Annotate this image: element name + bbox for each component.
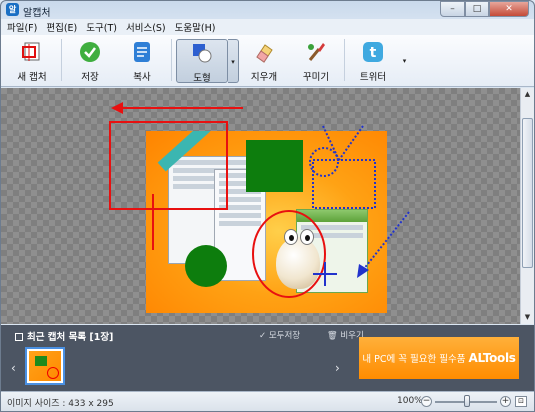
eraser-icon [256,44,273,63]
shape-dropdown-arrow[interactable]: ▾ [228,39,239,83]
twitter-icon: t [363,42,383,62]
eraser-label: 지우개 [250,72,278,83]
decorate-label: 꾸미기 [302,72,330,83]
menu-file[interactable]: 파일(F) [7,20,37,34]
blue-dotted-rectangle [312,159,376,209]
green-circle-shape [185,245,227,287]
recent-prev-button[interactable]: ‹ [11,361,16,375]
new-capture-icon [22,42,40,61]
red-rectangle-annotation [109,121,228,210]
close-button[interactable]: ✕ [489,1,529,17]
twitter-dropdown-arrow[interactable]: ▾ [399,39,410,83]
recent-list-icon [15,333,23,341]
altools-ad-banner[interactable]: 내 PC에 꼭 필요한 필수품 ALTools [359,337,519,379]
copy-icon [134,42,150,62]
window-title: 알캡처 [23,8,51,19]
save-all-button[interactable]: ✓ 모두저장 [259,331,312,341]
toolbar-divider [344,39,345,81]
scroll-up-button[interactable]: ▲ [521,88,534,101]
toolbar-divider [171,39,172,81]
menu-help[interactable]: 도움말(H) [175,20,216,34]
app-logo-icon: 알 [6,3,19,16]
menu-service[interactable]: 서비스(S) [126,20,166,34]
decorate-button[interactable]: 꾸미기 [291,39,341,83]
save-all-label: 모두저장 [268,331,301,341]
ad-brand: ALTools [468,351,516,365]
toolbar: 새 캡처 저장 복사 도형 ▾ 지우개 꾸미기 t 트위터 ▾ [1,35,534,87]
toolbar-divider [61,39,62,81]
recent-next-button[interactable]: › [335,361,340,375]
menu-edit[interactable]: 편집(E) [46,20,77,34]
title-bar: 알 알캡처 – □ ✕ [1,1,534,19]
copy-label: 복사 [133,72,151,83]
recent-capture-thumbnail[interactable] [25,347,65,385]
menu-tools[interactable]: 도구(T) [86,20,117,34]
recent-captures-label: 최근 캡처 목록 [1장] [27,332,114,343]
save-check-icon [80,42,100,62]
shape-icon [193,44,212,63]
menu-bar: 파일(F) 편집(E) 도구(T) 서비스(S) 도움말(H) [1,19,534,35]
new-capture-button[interactable]: 새 캡처 [7,39,57,83]
zoom-level: 100% [397,396,423,406]
scroll-down-button[interactable]: ▼ [521,311,534,324]
zoom-in-button[interactable]: + [500,396,511,407]
recent-captures-title: 최근 캡처 목록 [1장] [15,329,113,343]
annotation-layer [109,102,410,298]
zoom-slider-thumb[interactable] [464,395,470,407]
save-label: 저장 [81,72,99,83]
shape-button[interactable]: 도형 [176,39,228,84]
new-capture-label: 새 캡처 [17,72,47,83]
ad-text: 내 PC에 꼭 필요한 필수품 [362,354,466,365]
fit-to-window-icon[interactable]: ⊡ [515,396,527,407]
blue-dotted-circle [309,147,339,177]
twitter-label: 트위터 [359,72,387,83]
scroll-thumb[interactable] [522,118,533,268]
zoom-out-button[interactable]: − [421,396,432,407]
window-controls: – □ ✕ [440,1,529,17]
blue-dotted-arrow [362,211,410,271]
blue-dotted-line [338,125,364,161]
status-bar: 이미지 사이즈 : 433 x 295 100% − + ⊡ [1,391,534,411]
save-button[interactable]: 저장 [65,39,115,83]
vertical-scrollbar[interactable]: ▲ ▼ [520,88,534,324]
paint-brush-icon [308,43,325,61]
thumbnail-image [29,351,61,381]
capture-canvas[interactable] [1,88,520,324]
arrowhead-icon [111,102,123,114]
image-size-text: 이미지 사이즈 : 433 x 295 [7,399,114,409]
red-ellipse-annotation [252,210,326,298]
shape-label: 도형 [193,73,211,84]
recent-captures-panel: 최근 캡처 목록 [1장] ✓ 모두저장 🗑 비우기 ‹ › 내 PC에 꼭 필… [1,325,534,391]
twitter-button[interactable]: t 트위터 [348,39,398,83]
copy-button[interactable]: 복사 [117,39,167,83]
maximize-button[interactable]: □ [465,1,489,17]
minimize-button[interactable]: – [440,1,465,17]
app-window: 알 알캡처 – □ ✕ 파일(F) 편집(E) 도구(T) 서비스(S) 도움말… [0,0,535,412]
svg-text:t: t [370,45,377,61]
eraser-button[interactable]: 지우개 [239,39,289,83]
green-square-shape [246,140,303,192]
